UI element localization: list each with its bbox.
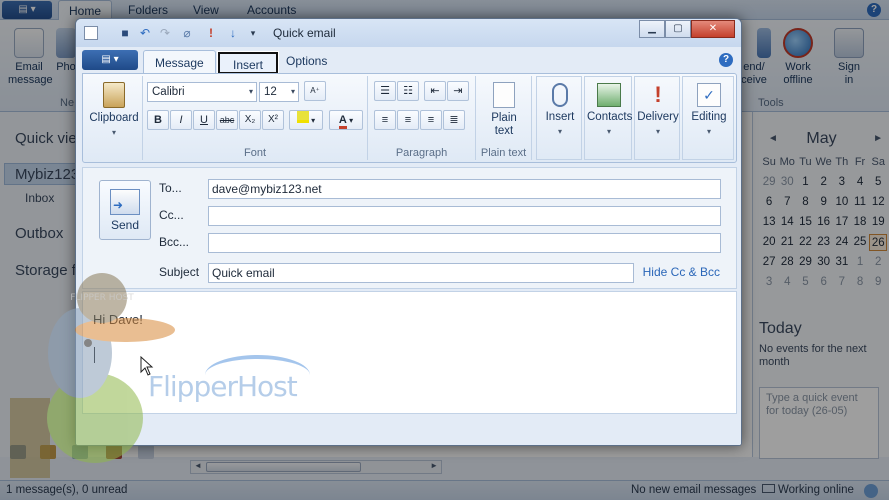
font-name-select[interactable]: Calibri ▾ [147, 82, 257, 102]
numbered-list-button[interactable]: ☰ [374, 81, 396, 101]
undo-icon[interactable]: ↶ [138, 26, 152, 40]
plain-text-button[interactable]: Plain text [480, 82, 528, 138]
chevron-down-icon: ▾ [706, 127, 711, 136]
flipperhost-logo-text: FlipperHost [148, 370, 298, 403]
to-button[interactable]: To... [159, 181, 182, 195]
increase-indent-button[interactable]: ⇥ [447, 81, 469, 101]
delivery-button[interactable]: ! Delivery ▾ [637, 83, 679, 138]
decrease-indent-icon: ⇤ [430, 85, 440, 97]
highlighter-icon [296, 111, 309, 123]
increase-indent-icon: ⇥ [453, 85, 463, 97]
paperclip-icon [552, 83, 568, 107]
save-icon[interactable]: ■ [118, 26, 132, 40]
chevron-down-icon: ▾ [606, 127, 611, 136]
contacts-group: Contacts ▾ [584, 76, 632, 160]
high-priority-icon[interactable]: ! [204, 26, 218, 40]
font-color-button[interactable]: A ▾ [329, 110, 363, 130]
font-group: Calibri ▾ 12 ▾ A⁺ B I U abc X₂ X² ▾ A ▾ Fo… [143, 76, 368, 160]
exclamation-icon: ! [654, 82, 662, 107]
clipboard-icon [103, 82, 125, 108]
align-center-button[interactable]: ≡ [397, 110, 419, 130]
chevron-down-icon: ▾ [308, 116, 316, 125]
clipboard-group: Clipboard ▾ [85, 76, 143, 160]
chevron-down-icon: ▾ [346, 116, 354, 125]
chevron-down-icon: ▾ [248, 87, 253, 96]
align-right-icon: ≡ [427, 114, 435, 126]
minimize-button[interactable]: ▁ [639, 20, 665, 38]
to-field[interactable]: dave@mybiz123.net [208, 179, 721, 199]
align-right-button[interactable]: ≡ [420, 110, 442, 130]
compose-title-bar: ■ ↶ ↷ ⌀ ! ↓ ▾ Quick email ▁ ▢ ✕ [76, 19, 741, 47]
paragraph-group: ☰ ☷ ⇤ ⇥ ≡ ≡ ≡ ≣ Paragraph [368, 76, 476, 160]
chevron-down-icon: ▾ [655, 127, 660, 136]
insert-button[interactable]: Insert ▾ [539, 83, 581, 138]
compose-app-menu-button[interactable]: ▤ ▾ [82, 50, 138, 70]
compose-ribbon: Clipboard ▾ Calibri ▾ 12 ▾ A⁺ B I U abc X₂… [82, 73, 737, 163]
align-left-icon: ≡ [381, 114, 389, 126]
bcc-button[interactable]: Bcc... [159, 235, 189, 249]
send-icon: ➜ [110, 189, 140, 215]
compose-title: Quick email [273, 26, 336, 40]
cc-button[interactable]: Cc... [159, 208, 184, 222]
font-color-icon: A [338, 114, 347, 129]
font-group-label: Font [243, 147, 266, 159]
plain-text-group: Plain text Plain text [476, 76, 532, 160]
align-center-icon: ≡ [404, 114, 412, 126]
highlight-button[interactable]: ▾ [289, 110, 323, 130]
grow-font-icon: A⁺ [310, 86, 320, 95]
close-button[interactable]: ✕ [691, 20, 735, 38]
grow-font-button[interactable]: A⁺ [304, 81, 326, 101]
plain-text-group-label: Plain text [480, 147, 527, 159]
attach-icon[interactable]: ⌀ [180, 26, 194, 40]
editing-group: ✓ Editing ▾ [682, 76, 734, 160]
clipboard-button[interactable]: Clipboard ▾ [89, 82, 139, 139]
superscript-button[interactable]: X² [262, 110, 284, 130]
tab-message[interactable]: Message [143, 50, 216, 73]
delivery-group: ! Delivery ▾ [634, 76, 680, 160]
compose-header: ➜ Send To... dave@mybiz123.net Cc... Bcc… [82, 167, 737, 289]
decrease-indent-button[interactable]: ⇤ [424, 81, 446, 101]
cc-field[interactable] [208, 206, 721, 226]
compose-ribbon-tabs: ▤ ▾ Message Insert Options ? [82, 48, 737, 74]
contacts-icon [597, 83, 621, 107]
tab-insert[interactable]: Insert [218, 52, 278, 74]
mascot-badge-text: FLIPPER HOST [70, 293, 134, 303]
customize-toolbar-icon[interactable]: ▾ [246, 26, 260, 40]
subject-field[interactable]: Quick email [208, 263, 634, 283]
maximize-button[interactable]: ▢ [665, 20, 691, 38]
justify-button[interactable]: ≣ [443, 110, 465, 130]
strikethrough-button[interactable]: abc [216, 110, 238, 130]
mouse-pointer-icon [140, 356, 154, 376]
italic-button[interactable]: I [170, 110, 192, 130]
chevron-down-icon: ▾ [557, 127, 562, 136]
redo-icon[interactable]: ↷ [158, 26, 172, 40]
chevron-down-icon: ▾ [111, 128, 116, 137]
font-size-select[interactable]: 12 ▾ [259, 82, 299, 102]
bullet-list-icon: ☷ [403, 85, 413, 97]
bullet-list-button[interactable]: ☷ [397, 81, 419, 101]
chevron-down-icon: ▾ [290, 87, 295, 96]
subscript-button[interactable]: X₂ [239, 110, 261, 130]
bcc-field[interactable] [208, 233, 721, 253]
plain-text-icon [493, 82, 515, 108]
align-left-button[interactable]: ≡ [374, 110, 396, 130]
window-icon [84, 26, 98, 40]
bold-button[interactable]: B [147, 110, 169, 130]
underline-button[interactable]: U [193, 110, 215, 130]
low-priority-icon[interactable]: ↓ [226, 26, 240, 40]
spellcheck-icon: ✓ [697, 83, 721, 107]
tab-options[interactable]: Options [286, 54, 327, 68]
compose-help-icon[interactable]: ? [719, 53, 733, 67]
numbered-list-icon: ☰ [380, 85, 390, 97]
hide-cc-bcc-link[interactable]: Hide Cc & Bcc [643, 265, 720, 279]
contacts-button[interactable]: Contacts ▾ [587, 83, 632, 138]
paragraph-group-label: Paragraph [395, 147, 448, 159]
justify-icon: ≣ [449, 114, 459, 126]
window-controls: ▁ ▢ ✕ [639, 20, 735, 38]
insert-group: Insert ▾ [536, 76, 582, 160]
send-button[interactable]: ➜ Send [99, 180, 151, 240]
editing-button[interactable]: ✓ Editing ▾ [685, 83, 733, 138]
